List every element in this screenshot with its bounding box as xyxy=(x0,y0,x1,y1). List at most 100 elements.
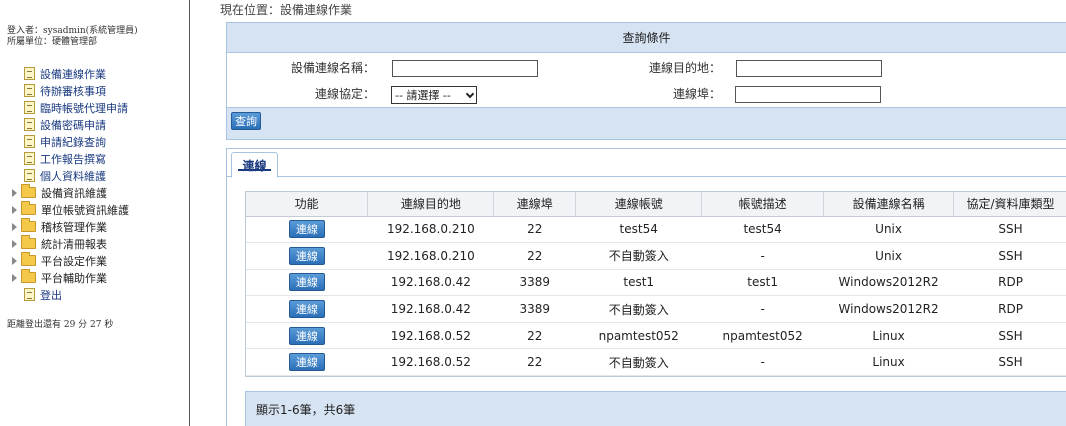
column-header[interactable]: 帳號描述 xyxy=(701,192,825,217)
table-row: 連線 192.168.0.210 22 不自動簽入 - Unix SSH xyxy=(246,242,1066,270)
column-header[interactable]: 功能 xyxy=(246,192,369,217)
sidebar-item-6[interactable]: 個人資料維護 xyxy=(0,167,189,184)
table-cell: - xyxy=(701,295,824,323)
expand-arrow-icon[interactable] xyxy=(12,188,17,197)
table-cell: SSH xyxy=(953,322,1066,350)
sidebar-item-11[interactable]: 平台設定作業 xyxy=(0,252,189,269)
table-cell: 3389 xyxy=(493,295,576,323)
search-button[interactable]: 查詢 xyxy=(231,112,261,130)
table-cell: 不自動簽入 xyxy=(575,348,702,377)
query-panel: 查詢條件 設備連線名稱： 連線目的地： 連線協定： -- 請選擇 -- 連線埠：… xyxy=(226,22,1066,140)
tab-connection[interactable]: 連線 xyxy=(231,152,278,178)
table-cell: 22 xyxy=(493,242,576,270)
device-name-input[interactable] xyxy=(392,60,538,77)
document-icon xyxy=(24,84,35,97)
expand-arrow-icon[interactable] xyxy=(12,256,17,265)
protocol-select[interactable]: -- 請選擇 -- xyxy=(391,86,477,104)
sidebar-item-label: 待辦審核事項 xyxy=(40,84,106,98)
action-cell: 連線 xyxy=(246,295,368,323)
document-icon xyxy=(24,135,35,148)
action-cell: 連線 xyxy=(246,322,368,350)
expand-arrow-icon[interactable] xyxy=(12,273,17,282)
document-icon xyxy=(24,118,35,131)
connect-button[interactable]: 連線 xyxy=(288,326,325,345)
folder-icon xyxy=(21,252,36,266)
sidebar-item-label: 設備密碼申請 xyxy=(40,118,106,132)
sidebar-item-label: 平台輔助作業 xyxy=(41,271,107,285)
table-row: 連線 192.168.0.42 3389 不自動簽入 - Windows2012R2 RDP xyxy=(246,295,1066,323)
table-cell: npamtest052 xyxy=(701,322,824,350)
sidebar-item-label: 臨時帳號代理申請 xyxy=(40,101,128,115)
table-cell: Windows2012R2 xyxy=(823,295,954,323)
sidebar: 登入者：sysadmin(系統管理員) 所屬單位：硬體管理部 設備連線作業待辦審… xyxy=(0,0,190,426)
connection-grid: 功能 連線目的地 連線埠 連線帳號 帳號描述 設備連線名稱 協定/資料庫類型 連線 192.1… xyxy=(245,191,1066,377)
folder-icon xyxy=(21,201,36,215)
table-cell: test1 xyxy=(575,269,702,297)
connect-button[interactable]: 連線 xyxy=(288,353,325,372)
table-cell: SSH xyxy=(953,348,1066,377)
table-cell: Unix xyxy=(823,242,954,270)
column-header[interactable]: 連線帳號 xyxy=(575,192,703,217)
sidebar-item-1[interactable]: 待辦審核事項 xyxy=(0,82,189,99)
table-cell: RDP xyxy=(953,295,1066,323)
table-cell: 192.168.0.42 xyxy=(367,269,494,297)
sidebar-item-7[interactable]: 設備資訊維護 xyxy=(0,184,189,201)
table-cell: 192.168.0.210 xyxy=(367,216,494,244)
table-cell: 192.168.0.52 xyxy=(367,322,494,350)
folder-icon xyxy=(21,269,36,283)
destination-input[interactable] xyxy=(736,60,882,77)
sidebar-item-5[interactable]: 工作報告撰寫 xyxy=(0,150,189,167)
expand-arrow-icon[interactable] xyxy=(12,239,17,248)
sidebar-item-8[interactable]: 單位帳號資訊維護 xyxy=(0,201,189,218)
sidebar-item-2[interactable]: 臨時帳號代理申請 xyxy=(0,99,189,116)
table-cell: 192.168.0.210 xyxy=(367,242,494,270)
table-cell: test1 xyxy=(701,269,824,297)
connect-button[interactable]: 連線 xyxy=(288,273,325,292)
table-cell: 22 xyxy=(493,322,576,350)
action-cell: 連線 xyxy=(246,216,368,244)
login-unit: 所屬單位：硬體管理部 xyxy=(7,37,98,47)
table-cell: 不自動簽入 xyxy=(575,295,702,323)
query-row-2: 連線協定： -- 請選擇 -- 連線埠： xyxy=(227,80,1066,106)
sidebar-item-9[interactable]: 稽核管理作業 xyxy=(0,218,189,235)
sidebar-menu: 設備連線作業待辦審核事項臨時帳號代理申請 設備密碼申請 申請紀錄查詢 工作報告撰寫 個人… xyxy=(0,65,189,303)
sidebar-item-label: 平台設定作業 xyxy=(41,254,107,268)
document-icon xyxy=(24,67,35,80)
port-input[interactable] xyxy=(735,86,881,103)
connect-button[interactable]: 連線 xyxy=(288,300,325,319)
sidebar-item-0[interactable]: 設備連線作業 xyxy=(0,65,189,82)
sidebar-item-12[interactable]: 平台輔助作業 xyxy=(0,269,189,286)
table-cell: SSH xyxy=(953,242,1066,270)
connect-button[interactable]: 連線 xyxy=(288,246,325,265)
device-name-label: 設備連線名稱： xyxy=(290,61,375,75)
sidebar-item-3[interactable]: 設備密碼申請 xyxy=(0,116,189,133)
table-cell: 192.168.0.52 xyxy=(367,348,494,377)
table-cell: npamtest052 xyxy=(575,322,702,350)
table-cell: 不自動簽入 xyxy=(575,242,702,270)
sidebar-item-label: 稽核管理作業 xyxy=(41,220,107,234)
action-cell: 連線 xyxy=(246,269,368,297)
folder-icon xyxy=(21,184,36,198)
column-header[interactable]: 設備連線名稱 xyxy=(823,192,955,217)
folder-icon xyxy=(21,235,36,249)
results-panel: 連線 功能 連線目的地 連線埠 連線帳號 帳號描述 設備連線名稱 協定/資料庫類型 連線 19… xyxy=(226,148,1066,426)
column-header[interactable]: 連線目的地 xyxy=(367,192,495,217)
sidebar-item-label: 申請紀錄查詢 xyxy=(40,135,106,149)
document-icon xyxy=(24,101,35,114)
expand-arrow-icon[interactable] xyxy=(12,222,17,231)
expand-arrow-icon[interactable] xyxy=(12,205,17,214)
login-info: 登入者：sysadmin(系統管理員) 所屬單位：硬體管理部 xyxy=(0,26,189,48)
column-header[interactable]: 連線埠 xyxy=(493,192,577,217)
sidebar-item-13[interactable]: 登出 xyxy=(0,286,189,303)
table-header-row: 功能 連線目的地 連線埠 連線帳號 帳號描述 設備連線名稱 協定/資料庫類型 xyxy=(246,192,1066,217)
table-cell: - xyxy=(701,242,824,270)
column-header[interactable]: 協定/資料庫類型 xyxy=(953,192,1066,217)
logout-countdown: 距離登出還有 29 分 27 秒 xyxy=(7,320,114,330)
table-body: 連線 192.168.0.210 22 test54 test54 Unix SSH 連線 19… xyxy=(246,216,1066,377)
table-row: 連線 192.168.0.210 22 test54 test54 Unix SSH xyxy=(246,216,1066,244)
table-cell: 3389 xyxy=(493,269,576,297)
sidebar-item-4[interactable]: 申請紀錄查詢 xyxy=(0,133,189,150)
connect-button[interactable]: 連線 xyxy=(288,220,325,239)
sidebar-item-10[interactable]: 統計清冊報表 xyxy=(0,235,189,252)
table-cell: 192.168.0.42 xyxy=(367,295,494,323)
